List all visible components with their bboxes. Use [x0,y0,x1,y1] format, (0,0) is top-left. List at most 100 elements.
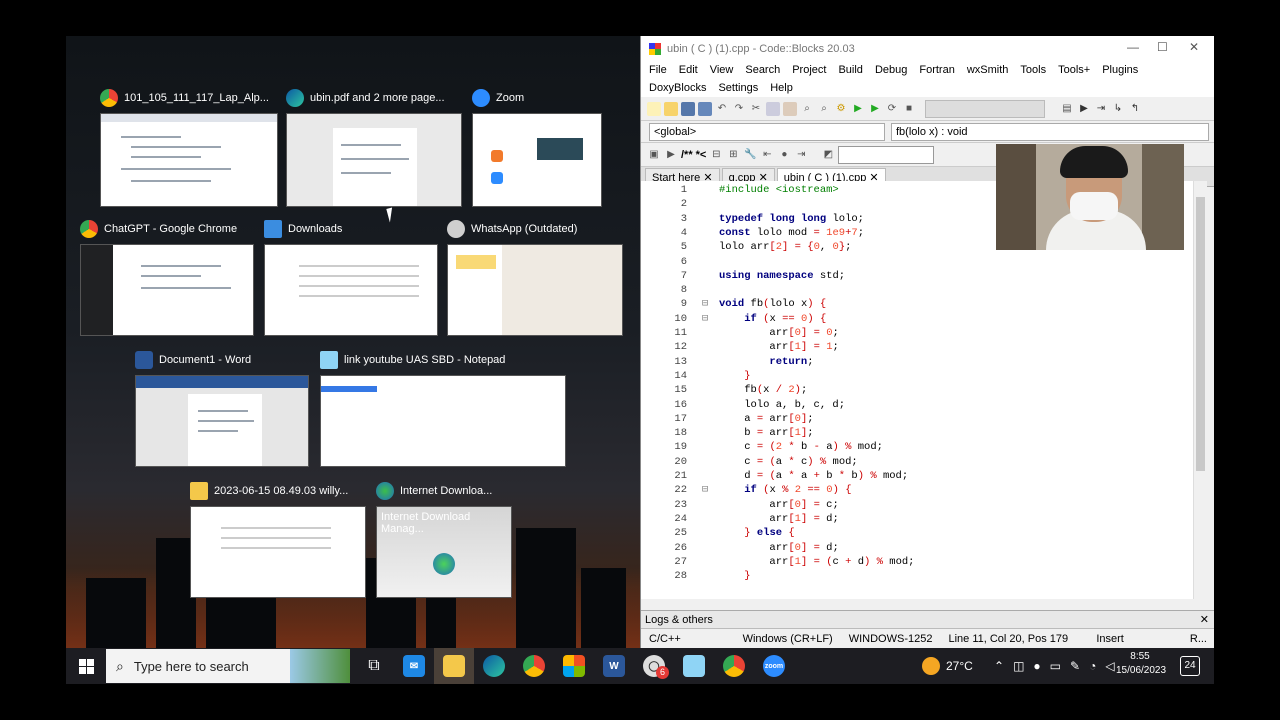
tray-pen-icon[interactable]: ✎ [1070,659,1080,673]
notepad-icon[interactable] [674,648,714,684]
file-explorer-icon[interactable] [434,648,474,684]
code-line[interactable]: 25 } else { [641,526,1201,540]
code-line[interactable]: 22 ⊟ if (x % 2 == 0) { [641,483,1201,497]
code-line[interactable]: 13 return; [641,355,1201,369]
code-line[interactable]: 28 } [641,569,1201,583]
close-icon[interactable]: ✕ [1189,40,1199,54]
window-thumb-folder[interactable]: 2023-06-15 08.49.03 willy... [190,480,366,598]
chrome-profile-icon[interactable] [714,648,754,684]
paste-icon[interactable] [783,101,797,116]
fold-marker[interactable]: ⊟ [691,312,719,326]
code-line[interactable]: 8 [641,283,1201,297]
replace-icon[interactable]: ⌕ [817,102,831,116]
tray-wifi-icon[interactable]: ◔ [1089,659,1096,673]
save-icon[interactable] [681,101,695,116]
window-thumb-lap-alp[interactable]: 101_105_111_117_Lap_Alp... [100,87,278,207]
config-icon[interactable]: ⊞ [726,148,740,162]
code-line[interactable]: 16 lolo a, b, c, d; [641,398,1201,412]
menu-item[interactable]: wxSmith [961,61,1015,79]
code-line[interactable]: 26 arr[0] = d; [641,541,1201,555]
step-icon[interactable]: ⇥ [1094,102,1108,116]
fold-marker[interactable]: ⊟ [691,483,719,497]
jump-input[interactable] [838,145,935,164]
debug-toolbar-icon[interactable]: ▤ [1060,102,1074,116]
code-line[interactable]: 10 ⊟ if (x == 0) { [641,312,1201,326]
code-line[interactable]: 19 c = (2 * b - a) % mod; [641,440,1201,454]
code-line[interactable]: 21 d = (a * a + b * b) % mod; [641,469,1201,483]
whatsapp-icon[interactable]: ◯ 6 [634,648,674,684]
menu-item[interactable]: DoxyBlocks [643,79,712,97]
step-out-icon[interactable]: ↰ [1128,102,1142,116]
menu-item[interactable]: View [704,61,740,79]
tray-volume-icon[interactable]: ◁ [1105,659,1114,673]
scope-select[interactable]: <global> [649,122,885,141]
new-file-icon[interactable] [647,101,661,116]
window-thumb-downloads[interactable]: Downloads [264,218,438,336]
window-thumb-chatgpt[interactable]: ChatGPT - Google Chrome [80,218,254,336]
code-line[interactable]: 14 } [641,369,1201,383]
menu-item[interactable]: Fortran [913,61,960,79]
code-line[interactable]: 20 c = (a * c) % mod; [641,455,1201,469]
save-all-icon[interactable] [698,101,712,116]
code-line[interactable]: 23 arr[0] = c; [641,498,1201,512]
doxy-line-comment[interactable]: *< [696,149,707,161]
cut-icon[interactable]: ✂ [749,102,763,116]
menu-item[interactable]: Tools+ [1052,61,1096,79]
build-icon[interactable]: ⚙ [834,102,848,116]
code-line[interactable]: 24 arr[1] = d; [641,512,1201,526]
build-target-select[interactable] [925,99,1045,118]
task-view-icon[interactable]: ⧉ [354,648,394,684]
redo-icon[interactable]: ↷ [732,102,746,116]
menu-item[interactable]: Tools [1014,61,1052,79]
toggle-icon[interactable]: ▣ [647,148,661,162]
mail-icon[interactable]: ✉ [394,648,434,684]
office-icon[interactable] [554,648,594,684]
find-icon[interactable]: ⌕ [800,102,814,116]
notifications-icon[interactable]: 24 [1180,656,1200,676]
logs-panel-header[interactable]: Logs & others ✕ [641,610,1214,628]
edge-icon[interactable] [474,648,514,684]
rebuild-icon[interactable]: ⟳ [885,102,899,116]
comment-icon[interactable]: ▶ [664,148,678,162]
doxy-block-comment[interactable]: /** [681,149,693,161]
code-line[interactable]: 7 using namespace std; [641,269,1201,283]
tray-battery-icon[interactable]: ▭ [1050,659,1061,673]
menu-item[interactable]: Debug [869,61,913,79]
word-icon[interactable]: W [594,648,634,684]
abort-icon[interactable]: ■ [902,102,916,116]
code-line[interactable]: 6 [641,255,1201,269]
menu-item[interactable]: Project [786,61,832,79]
code-line[interactable]: 17 a = arr[0]; [641,412,1201,426]
window-thumb-word[interactable]: Document1 - Word [135,349,309,467]
maximize-icon[interactable]: ☐ [1157,40,1168,54]
chrome-icon[interactable] [514,648,554,684]
code-line[interactable]: 27 arr[1] = (c + d) % mod; [641,555,1201,569]
step-into-icon[interactable]: ↳ [1111,102,1125,116]
vertical-scrollbar[interactable] [1193,181,1207,599]
window-thumb-zoom[interactable]: Zoom [472,87,602,207]
run-icon[interactable]: ▶ [851,102,865,116]
tray-camera-icon[interactable]: ◫ [1013,659,1024,673]
menu-item[interactable]: Build [832,61,868,79]
window-thumb-ubin-pdf[interactable]: ubin.pdf and 2 more page... [286,87,462,207]
menu-item[interactable]: Settings [712,79,764,97]
tray-mic-icon[interactable]: ● [1033,659,1040,673]
zoom-icon[interactable]: zoom [754,648,794,684]
code-line[interactable]: 18 b = arr[1]; [641,426,1201,440]
jump-icon[interactable]: ◩ [821,148,835,162]
start-windows-icon[interactable] [66,648,106,684]
code-line[interactable]: 11 arr[0] = 0; [641,326,1201,340]
bookmark-icon[interactable]: ● [777,148,791,162]
tray-chevron-up-icon[interactable]: ⌃ [994,659,1004,673]
menu-item[interactable]: Help [764,79,799,97]
debug-run-icon[interactable]: ▶ [1077,102,1091,116]
prev-bookmark-icon[interactable]: ⇤ [760,148,774,162]
clock[interactable]: 8:55 15/06/2023 [1116,650,1166,678]
window-thumb-idm[interactable]: Internet Downloa... Internet Download Ma… [376,480,512,598]
code-line[interactable]: 12 arr[1] = 1; [641,340,1201,354]
minimize-icon[interactable]: — [1127,40,1139,54]
menu-item[interactable]: Search [739,61,786,79]
code-line[interactable]: 15 fb(x / 2); [641,383,1201,397]
build-run-icon[interactable]: ▶ [868,102,882,116]
scroll-thumb[interactable] [1196,197,1205,471]
